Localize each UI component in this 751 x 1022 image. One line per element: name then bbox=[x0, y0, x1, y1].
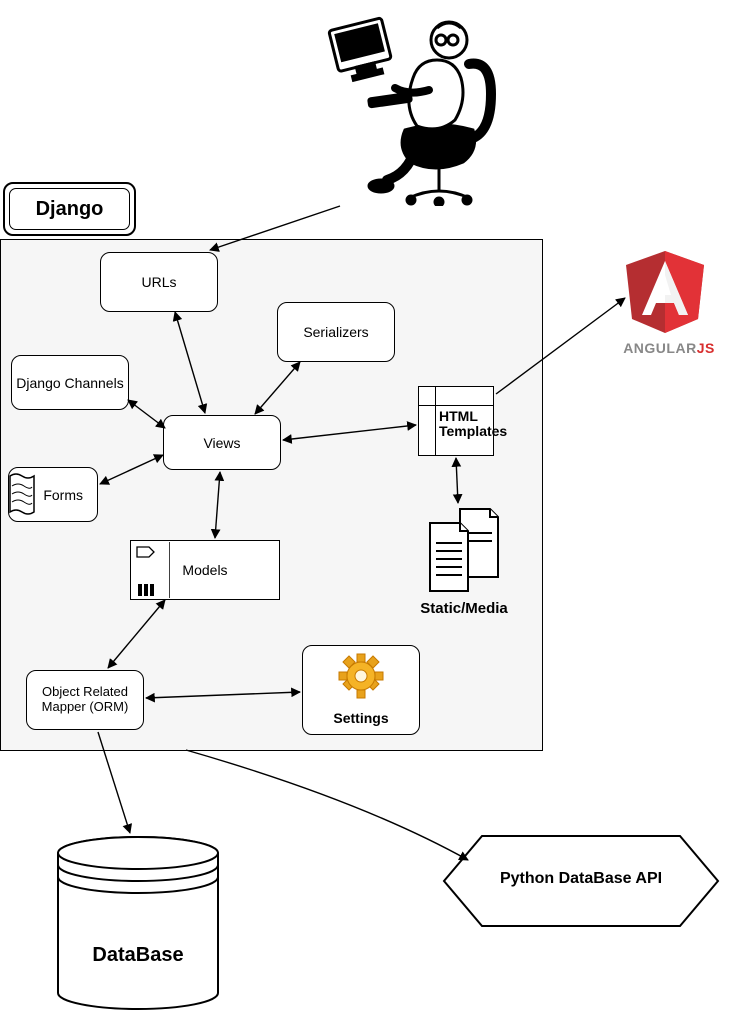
orm-label: Object Related Mapper (ORM) bbox=[31, 685, 139, 715]
settings-label: Settings bbox=[333, 710, 388, 726]
channels-label: Django Channels bbox=[16, 375, 123, 391]
views-label: Views bbox=[203, 435, 240, 451]
django-label-text: Django bbox=[36, 198, 104, 221]
models-label: Models bbox=[182, 562, 227, 578]
html-templates-line1: HTML bbox=[439, 408, 478, 424]
angular-logo-icon bbox=[624, 249, 706, 335]
urls-box: URLs bbox=[100, 252, 218, 312]
user-at-computer-icon bbox=[319, 0, 519, 206]
database-label: DataBase bbox=[78, 944, 198, 967]
serializers-box: Serializers bbox=[277, 302, 395, 362]
html-templates-box: HTML Templates bbox=[418, 386, 494, 456]
angular-suffix: JS bbox=[697, 340, 715, 356]
urls-label: URLs bbox=[141, 274, 176, 290]
database-cylinder-icon bbox=[54, 835, 222, 1015]
serializers-label: Serializers bbox=[303, 324, 368, 340]
django-label-box: Django bbox=[3, 182, 136, 236]
html-templates-line2: Templates bbox=[439, 423, 507, 439]
python-api-label: Python DataBase API bbox=[468, 870, 694, 888]
forms-label: Forms bbox=[43, 487, 83, 503]
models-icon bbox=[132, 542, 170, 598]
views-box: Views bbox=[163, 415, 281, 470]
angular-label: ANGULARJS bbox=[589, 340, 749, 356]
gear-icon bbox=[335, 650, 387, 702]
static-media-label: Static/Media bbox=[414, 600, 514, 617]
orm-box: Object Related Mapper (ORM) bbox=[26, 670, 144, 730]
static-media-icon bbox=[420, 505, 500, 595]
channels-box: Django Channels bbox=[11, 355, 129, 410]
angular-name: ANGULAR bbox=[623, 340, 697, 356]
forms-page-icon bbox=[6, 470, 36, 518]
